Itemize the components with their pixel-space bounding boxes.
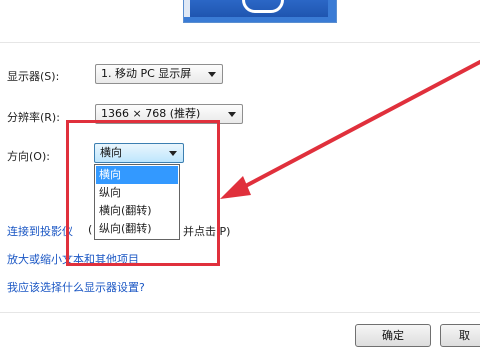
annotation-arrow (220, 60, 480, 199)
